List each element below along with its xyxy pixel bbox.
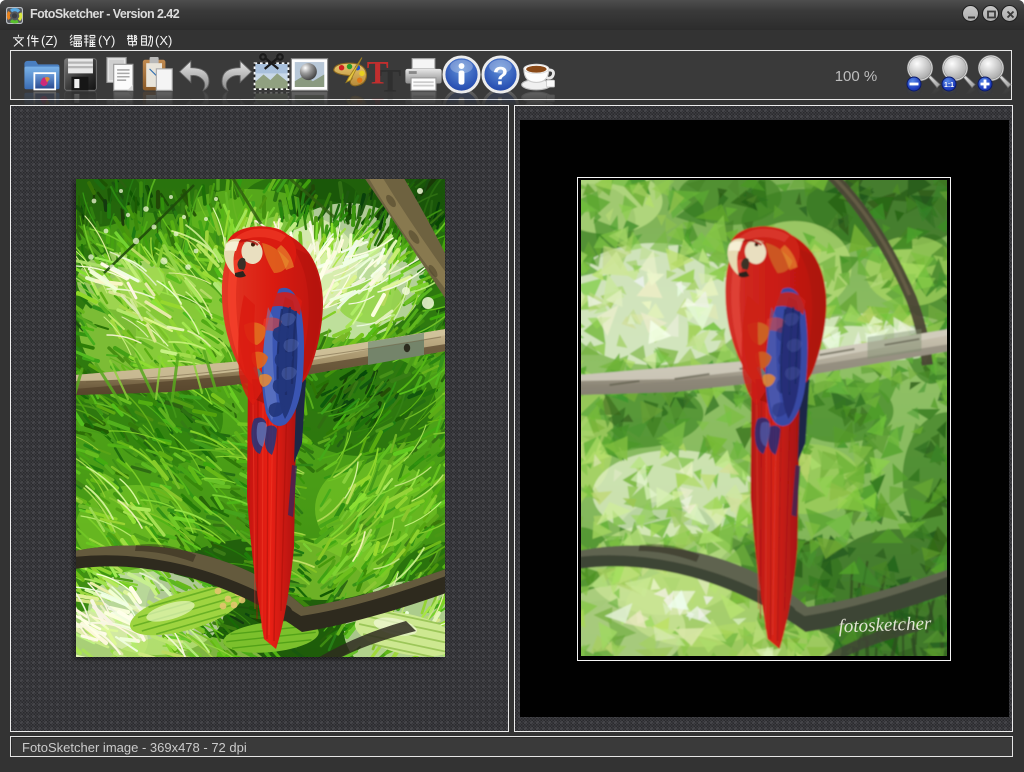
svg-text:?: ?	[493, 63, 508, 91]
svg-text:1:1: 1:1	[944, 82, 954, 89]
svg-text:fotosketcher: fotosketcher	[838, 613, 932, 637]
svg-text:T: T	[367, 56, 389, 92]
